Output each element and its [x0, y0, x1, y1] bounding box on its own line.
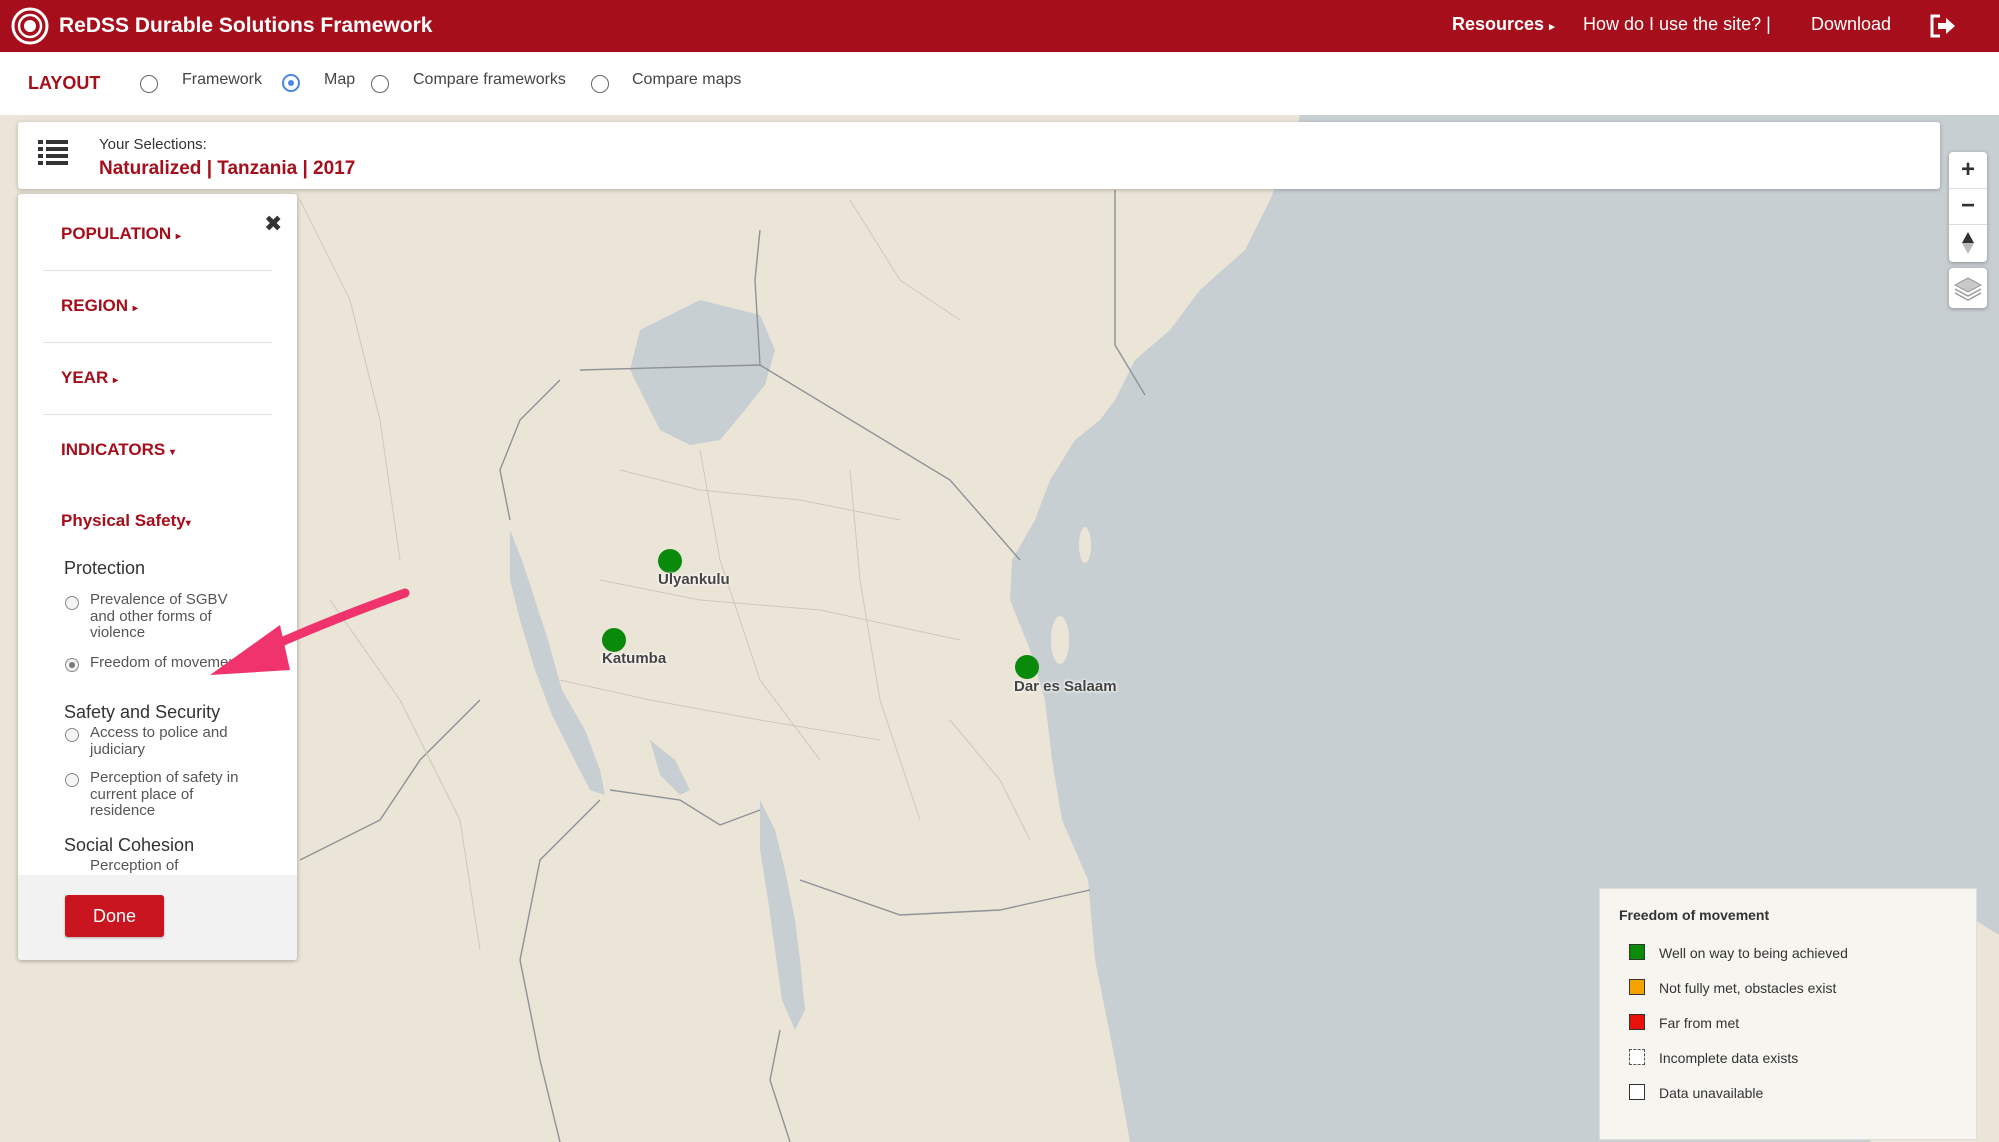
radio-map[interactable] — [282, 74, 300, 92]
marker-dar-es-salaam[interactable] — [1015, 655, 1039, 679]
divider — [43, 270, 272, 271]
layout-option-compare-frameworks[interactable]: Compare frameworks — [413, 71, 566, 89]
radio-compare-maps[interactable] — [591, 75, 609, 93]
zoom-out-button[interactable]: − — [1949, 188, 1987, 224]
caret-down-icon: ▾ — [185, 518, 191, 529]
layers-button[interactable] — [1949, 268, 1987, 308]
zoom-in-button[interactable]: + — [1949, 152, 1987, 188]
city-label-ulyankulu: Ulyankulu — [658, 571, 730, 588]
close-icon[interactable]: ✖ — [264, 211, 282, 237]
legend-label-incomplete: Incomplete data exists — [1659, 1050, 1799, 1066]
legend-swatch-red — [1629, 1014, 1645, 1030]
resources-menu[interactable]: Resources ▸ — [1452, 14, 1555, 35]
layout-option-map[interactable]: Map — [324, 71, 355, 89]
app-title[interactable]: ReDSS Durable Solutions Framework — [59, 14, 432, 38]
menu-year[interactable]: YEAR ▸ — [61, 368, 118, 388]
menu-indicators-label: INDICATORS — [61, 440, 166, 459]
option-police-judiciary-label[interactable]: Access to police and judiciary — [90, 724, 255, 758]
radio-sgbv[interactable] — [65, 596, 79, 610]
done-button[interactable]: Done — [65, 895, 164, 937]
help-link[interactable]: How do I use the site? | — [1583, 14, 1771, 35]
menu-year-label: YEAR — [61, 368, 109, 387]
legend-swatch-green — [1629, 944, 1645, 960]
divider — [43, 414, 272, 415]
legend-label-unavailable: Data unavailable — [1659, 1085, 1764, 1101]
compass-icon[interactable] — [1961, 232, 1975, 254]
group-title-safety-security: Safety and Security — [64, 702, 221, 722]
radio-police-judiciary[interactable] — [65, 728, 79, 742]
layout-bar: LAYOUT Framework Map Compare frameworks … — [0, 52, 1999, 115]
caret-right-icon: ▸ — [132, 303, 138, 314]
layers-icon — [1954, 277, 1982, 301]
legend-title: Freedom of movement — [1619, 907, 1770, 923]
menu-indicators[interactable]: INDICATORS ▾ — [61, 440, 175, 460]
zoom-controls: + − — [1949, 152, 1987, 262]
option-social-cohesion-label[interactable]: Perception of — [90, 857, 255, 875]
menu-population-label: POPULATION — [61, 224, 172, 243]
group-title-social-cohesion: Social Cohesion — [64, 835, 195, 855]
menu-region[interactable]: REGION ▸ — [61, 296, 138, 316]
legend-label-achieved: Well on way to being achieved — [1659, 945, 1848, 961]
city-label-dar-es-salaam: Dar es Salaam — [1014, 678, 1117, 695]
caret-right-icon: ▸ — [1549, 21, 1555, 33]
legend-swatch-incomplete — [1629, 1049, 1645, 1065]
menu-region-label: REGION — [61, 296, 129, 315]
panel-footer: Done — [18, 875, 297, 960]
caret-down-icon: ▾ — [169, 447, 175, 458]
radio-compare-frameworks[interactable] — [371, 75, 389, 93]
divider — [43, 342, 272, 343]
legend-swatch-orange — [1629, 979, 1645, 995]
legend-label-not-fully-met: Not fully met, obstacles exist — [1659, 980, 1837, 996]
filter-panel: ✖ POPULATION ▸ REGION ▸ YEAR ▸ INDICATOR… — [18, 194, 297, 960]
legend-swatch-unavailable — [1629, 1084, 1645, 1100]
group-title-protection: Protection — [64, 558, 146, 578]
caret-right-icon: ▸ — [175, 231, 181, 242]
menu-population[interactable]: POPULATION ▸ — [61, 224, 181, 244]
option-perception-safety-label[interactable]: Perception of safety in current place of… — [90, 769, 255, 820]
radio-freedom-of-movement[interactable] — [65, 658, 79, 672]
subcategory-physical-safety[interactable]: Physical Safety▾ — [61, 511, 191, 531]
list-icon[interactable] — [38, 137, 68, 167]
top-navbar: ReDSS Durable Solutions Framework Resour… — [0, 0, 1999, 52]
resources-label: Resources — [1452, 14, 1545, 34]
selections-label: Your Selections: — [99, 136, 207, 153]
map-legend: Freedom of movement Well on way to being… — [1599, 888, 1977, 1140]
legend-label-far-from-met: Far from met — [1659, 1015, 1740, 1031]
annotation-arrow-icon — [210, 588, 410, 675]
caret-right-icon: ▸ — [112, 375, 118, 386]
logout-icon[interactable] — [1928, 12, 1958, 40]
marker-ulyankulu[interactable] — [658, 549, 682, 573]
redss-logo[interactable] — [11, 7, 49, 45]
city-label-katumba: Katumba — [602, 650, 667, 667]
download-link[interactable]: Download — [1811, 14, 1891, 35]
radio-framework[interactable] — [140, 75, 158, 93]
layout-label: LAYOUT — [28, 73, 101, 93]
marker-katumba[interactable] — [602, 628, 626, 652]
layout-option-framework[interactable]: Framework — [182, 71, 262, 89]
radio-perception-safety[interactable] — [65, 773, 79, 787]
layout-option-compare-maps[interactable]: Compare maps — [632, 71, 741, 89]
subcategory-label: Physical Safety — [61, 511, 186, 530]
selections-value: Naturalized | Tanzania | 2017 — [99, 158, 356, 179]
